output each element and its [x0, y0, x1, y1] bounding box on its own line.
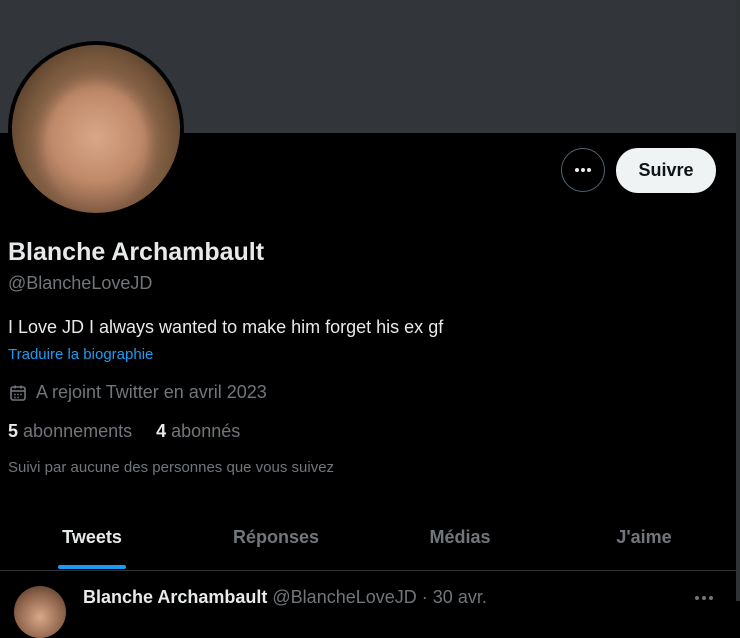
more-horizontal-icon: [695, 596, 713, 600]
profile-avatar[interactable]: [8, 41, 184, 217]
tab-tweets[interactable]: Tweets: [0, 505, 184, 570]
more-horizontal-icon: [575, 168, 591, 172]
profile-handle: @BlancheLoveJD: [8, 273, 153, 293]
column-divider: [736, 0, 740, 601]
calendar-icon: [10, 385, 26, 401]
followed-by-text: Suivi par aucune des personnes que vous …: [8, 459, 335, 476]
following-link[interactable]: 5 abonnements: [8, 421, 132, 442]
followers-count: 4: [156, 421, 167, 441]
tweet-separator: ·: [421, 587, 428, 607]
tab-label: J'aime: [616, 527, 672, 547]
following-label: abonnements: [23, 421, 133, 441]
avatar-photo: [12, 45, 180, 213]
tweet-avatar[interactable]: [14, 586, 66, 638]
followers-label: abonnés: [171, 421, 241, 441]
more-options-button[interactable]: [561, 148, 605, 192]
active-tab-indicator: [58, 565, 126, 569]
joined-text: A rejoint Twitter en avril 2023: [36, 382, 267, 402]
translate-bio-link[interactable]: Traduire la biographie: [8, 346, 153, 363]
tab-replies[interactable]: Réponses: [184, 505, 368, 570]
profile-display-name: Blanche Archambault: [8, 238, 265, 266]
profile-tabs: Tweets Réponses Médias J'aime: [0, 505, 736, 571]
tab-media[interactable]: Médias: [368, 505, 552, 570]
following-count: 5: [8, 421, 19, 441]
follow-button[interactable]: Suivre: [616, 148, 716, 193]
tab-likes[interactable]: J'aime: [552, 505, 736, 570]
tab-label: Réponses: [232, 527, 320, 547]
tweet-header: Blanche Archambault @BlancheLoveJD · 30 …: [83, 587, 487, 608]
tweet-date[interactable]: 30 avr.: [433, 587, 487, 607]
follow-stats: 5 abonnements 4 abonnés: [8, 421, 264, 442]
profile-bio: I Love JD I always wanted to make him fo…: [8, 317, 444, 337]
tweet-author-handle[interactable]: @BlancheLoveJD: [272, 587, 416, 607]
tab-label: Médias: [429, 527, 491, 547]
tweet-author-name[interactable]: Blanche Archambault: [83, 587, 267, 607]
followers-link[interactable]: 4 abonnés: [156, 421, 240, 442]
tab-label: Tweets: [62, 527, 122, 547]
joined-date: A rejoint Twitter en avril 2023: [8, 382, 267, 403]
